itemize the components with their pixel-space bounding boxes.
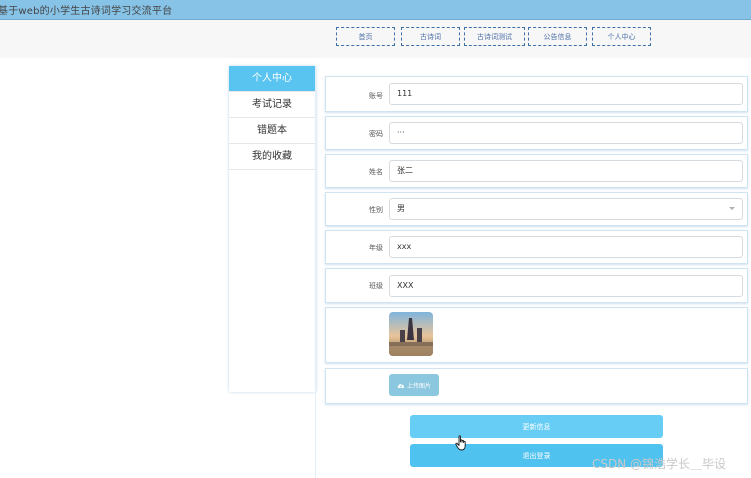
grade-input[interactable]: xxx xyxy=(389,236,743,258)
grade-label: 年级 xyxy=(369,244,383,252)
gender-select-value: 男 xyxy=(397,204,405,213)
upload-image-label: 上传图片 xyxy=(406,382,431,390)
password-row: 密码 ··· xyxy=(325,116,748,150)
class-row: 班级 XXX xyxy=(325,268,748,303)
sidebar-item-wrong-questions[interactable]: 错题本 xyxy=(229,118,315,144)
password-input[interactable]: ··· xyxy=(389,122,743,144)
grade-row: 年级 xxx xyxy=(325,230,748,264)
avatar xyxy=(389,312,433,356)
content-divider xyxy=(315,66,316,478)
sidebar-item-exam-records[interactable]: 考试记录 xyxy=(229,92,315,118)
gender-row: 性别 男 xyxy=(325,192,748,226)
app-title: 基于web的小学生古诗词学习交流平台 xyxy=(0,6,173,17)
name-row: 姓名 张二 xyxy=(325,154,748,188)
name-input[interactable]: 张二 xyxy=(389,160,743,182)
upload-row: 上传图片 xyxy=(325,368,748,404)
name-label: 姓名 xyxy=(369,168,383,176)
nav-personal-center[interactable]: 个人中心 xyxy=(592,27,651,46)
class-input[interactable]: XXX xyxy=(389,275,743,297)
nav-announcements[interactable]: 公告信息 xyxy=(528,27,587,46)
hand-cursor-icon xyxy=(455,435,466,451)
gender-label: 性别 xyxy=(369,206,383,214)
account-input[interactable]: 111 xyxy=(389,83,743,105)
update-info-button[interactable]: 更新信息 xyxy=(410,415,663,438)
nav-poems[interactable]: 古诗词 xyxy=(401,27,460,46)
sidebar-item-personal-center[interactable]: 个人中心 xyxy=(229,66,315,92)
password-label: 密码 xyxy=(369,130,383,138)
nav-home[interactable]: 首页 xyxy=(336,27,395,46)
upload-image-button[interactable]: 上传图片 xyxy=(389,374,439,396)
class-label: 班级 xyxy=(369,282,383,290)
app-header: 基于web的小学生古诗词学习交流平台 xyxy=(0,0,751,19)
chevron-down-icon xyxy=(729,207,735,210)
account-row: 账号 111 xyxy=(325,76,748,112)
watermark: CSDN @锦浩学长＿毕设 xyxy=(592,457,727,471)
account-label: 账号 xyxy=(369,92,383,100)
top-nav: 首页 古诗词 古诗词测试 公告信息 个人中心 xyxy=(0,19,751,58)
nav-poem-test[interactable]: 古诗词测试 xyxy=(464,27,525,46)
avatar-row xyxy=(325,307,748,363)
cloud-upload-icon xyxy=(397,383,405,388)
sidebar-item-favorites[interactable]: 我的收藏 xyxy=(229,144,315,170)
sidebar: 个人中心 考试记录 错题本 我的收藏 xyxy=(229,66,316,392)
gender-select[interactable]: 男 xyxy=(389,198,743,220)
